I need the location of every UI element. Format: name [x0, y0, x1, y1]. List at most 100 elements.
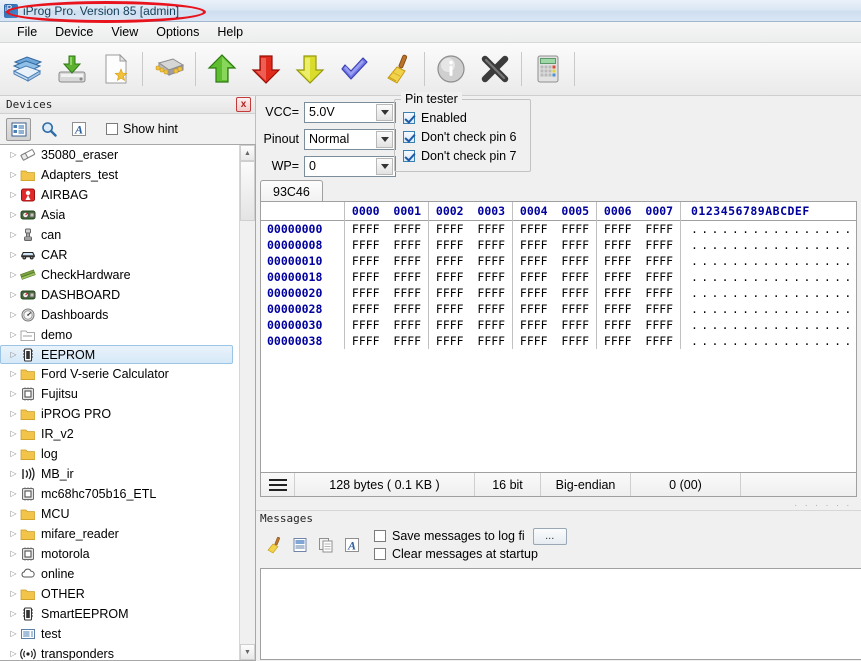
hex-menu-button[interactable]: [261, 473, 295, 496]
expand-arrow-icon[interactable]: ▷: [8, 430, 19, 438]
hex-word[interactable]: FFFF: [352, 270, 380, 284]
browse-log-file-button[interactable]: ...: [532, 527, 567, 545]
hex-row[interactable]: 00000000 FFFF FFFF FFFF FFFF FFFF FFFF FFFF FFFF…: [261, 221, 856, 237]
copy-messages-button[interactable]: [316, 535, 336, 555]
hex-word[interactable]: FFFF: [352, 222, 380, 236]
tree-item-mc68hc705b16-etl[interactable]: ▷ mc68hc705b16_ETL: [0, 484, 239, 504]
expand-arrow-icon[interactable]: ▷: [8, 510, 19, 518]
expand-arrow-icon[interactable]: ▷: [8, 370, 19, 378]
tree-item-other[interactable]: ▷ OTHER: [0, 584, 239, 604]
messages-font-button[interactable]: A: [342, 535, 362, 555]
hex-word[interactable]: FFFF: [393, 238, 421, 252]
chevron-down-icon[interactable]: [376, 103, 393, 121]
hex-row[interactable]: 00000018 FFFF FFFF FFFF FFFF FFFF FFFF FFFF FFFF…: [261, 269, 856, 285]
menu-item-file[interactable]: File: [8, 23, 46, 41]
expand-arrow-icon[interactable]: ▷: [8, 171, 19, 179]
hex-word[interactable]: FFFF: [477, 334, 505, 348]
tab-93c46[interactable]: 93C46: [260, 180, 323, 202]
tree-item-mifare-reader[interactable]: ▷ mifare_reader: [0, 524, 239, 544]
chevron-down-icon[interactable]: [376, 130, 393, 148]
hex-word[interactable]: FFFF: [520, 286, 548, 300]
menu-item-options[interactable]: Options: [147, 23, 208, 41]
menu-item-help[interactable]: Help: [208, 23, 252, 41]
hex-word[interactable]: FFFF: [520, 254, 548, 268]
show-hint-toggle[interactable]: Show hint: [106, 122, 178, 136]
tree-item-dashboards[interactable]: ▷ Dashboards: [0, 305, 239, 325]
calculator-button[interactable]: [526, 46, 570, 92]
save-to-log-row[interactable]: Save messages to log fi ...: [374, 527, 567, 545]
device-tree-scrollbar[interactable]: ▲ ▼: [239, 145, 255, 660]
splitter-handle[interactable]: . . . . . .: [260, 499, 857, 508]
tree-item-motorola[interactable]: ▷ motorola: [0, 544, 239, 564]
scroll-up-arrow-icon[interactable]: ▲: [240, 145, 255, 161]
hex-editor[interactable]: 0000 0001 0002 0003 0004 0005 0006 0007 …: [260, 202, 857, 473]
expand-arrow-icon[interactable]: ▷: [8, 151, 19, 159]
tree-item-car[interactable]: ▷ CAR: [0, 245, 239, 265]
hex-word[interactable]: FFFF: [477, 286, 505, 300]
hex-word[interactable]: FFFF: [561, 238, 589, 252]
hex-word[interactable]: FFFF: [520, 334, 548, 348]
hex-word[interactable]: FFFF: [436, 334, 464, 348]
expand-arrow-icon[interactable]: ▷: [8, 570, 19, 578]
pin-tester-enabled-row[interactable]: Enabled: [395, 108, 530, 127]
hex-word[interactable]: FFFF: [604, 318, 632, 332]
hex-word[interactable]: FFFF: [352, 286, 380, 300]
hex-word[interactable]: FFFF: [604, 254, 632, 268]
tree-item-fujitsu[interactable]: ▷ Fujitsu: [0, 384, 239, 404]
tree-item-smarteeprom[interactable]: ▷ SmartEEPROM: [0, 604, 239, 624]
expand-arrow-icon[interactable]: ▷: [8, 470, 19, 478]
expand-arrow-icon[interactable]: ▷: [8, 251, 19, 259]
hex-word[interactable]: FFFF: [645, 302, 673, 316]
expand-arrow-icon[interactable]: ▷: [8, 530, 19, 538]
open-file-button[interactable]: [6, 46, 50, 92]
tree-item-demo[interactable]: ▷ demo: [0, 325, 239, 345]
expand-arrow-icon[interactable]: ▷: [8, 450, 19, 458]
hex-word[interactable]: FFFF: [604, 270, 632, 284]
hex-word[interactable]: FFFF: [393, 270, 421, 284]
tree-item-adapters-test[interactable]: ▷ Adapters_test: [0, 165, 239, 185]
tree-item-ir-v2[interactable]: ▷ IR_v2: [0, 424, 239, 444]
pin-tester-enabled-checkbox[interactable]: [403, 111, 415, 124]
hex-word[interactable]: FFFF: [477, 222, 505, 236]
load-button[interactable]: [288, 46, 332, 92]
select-chip-button[interactable]: [147, 46, 191, 92]
hex-word[interactable]: FFFF: [645, 318, 673, 332]
hex-word[interactable]: FFFF: [604, 334, 632, 348]
tree-item-ford-v-serie-calculator[interactable]: ▷ Ford V-serie Calculator: [0, 364, 239, 384]
hex-row[interactable]: 00000030 FFFF FFFF FFFF FFFF FFFF FFFF FFFF FFFF…: [261, 317, 856, 333]
new-file-button[interactable]: [94, 46, 138, 92]
hex-word[interactable]: FFFF: [393, 286, 421, 300]
save-messages-button[interactable]: [290, 535, 310, 555]
hex-word[interactable]: FFFF: [645, 334, 673, 348]
messages-log-area[interactable]: [260, 568, 861, 660]
expand-arrow-icon[interactable]: ▷: [8, 211, 19, 219]
tree-view-button[interactable]: [6, 117, 31, 141]
tree-item-dashboard[interactable]: ▷ DASHBOARD: [0, 285, 239, 305]
expand-arrow-icon[interactable]: ▷: [8, 550, 19, 558]
cancel-button[interactable]: [473, 46, 517, 92]
expand-arrow-icon[interactable]: ▷: [8, 490, 19, 498]
tree-item-mb-ir[interactable]: ▷ MB_ir: [0, 464, 239, 484]
hex-word[interactable]: FFFF: [561, 318, 589, 332]
hex-word[interactable]: FFFF: [352, 334, 380, 348]
save-file-button[interactable]: [50, 46, 94, 92]
hex-word[interactable]: FFFF: [352, 254, 380, 268]
hex-word[interactable]: FFFF: [436, 286, 464, 300]
expand-arrow-icon[interactable]: ▷: [8, 291, 19, 299]
expand-arrow-icon[interactable]: ▷: [8, 630, 19, 638]
clear-messages-button[interactable]: [264, 535, 284, 555]
hex-word[interactable]: FFFF: [604, 286, 632, 300]
expand-arrow-icon[interactable]: ▷: [8, 390, 19, 398]
hex-word[interactable]: FFFF: [604, 222, 632, 236]
hex-row[interactable]: 00000010 FFFF FFFF FFFF FFFF FFFF FFFF FFFF FFFF…: [261, 253, 856, 269]
hex-word[interactable]: FFFF: [436, 270, 464, 284]
hex-word[interactable]: FFFF: [436, 238, 464, 252]
hex-word[interactable]: FFFF: [436, 254, 464, 268]
font-button[interactable]: A: [66, 118, 91, 141]
hex-row[interactable]: 00000020 FFFF FFFF FFFF FFFF FFFF FFFF FFFF FFFF…: [261, 285, 856, 301]
skip-pin7-row[interactable]: Don't check pin 7: [395, 146, 530, 165]
erase-button[interactable]: [376, 46, 420, 92]
hex-word[interactable]: FFFF: [477, 254, 505, 268]
tree-item-airbag[interactable]: ▷ AIRBAG: [0, 185, 239, 205]
hex-word[interactable]: FFFF: [477, 270, 505, 284]
